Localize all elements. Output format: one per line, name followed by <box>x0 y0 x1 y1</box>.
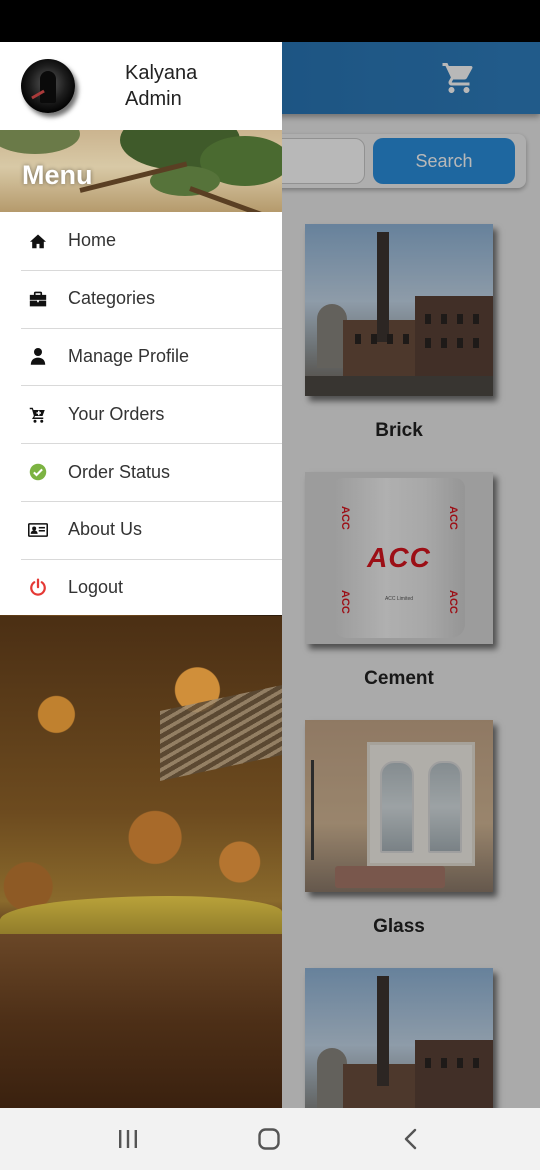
menu-item-label: Order Status <box>68 461 171 482</box>
menu-item-label: About Us <box>68 519 143 540</box>
menu-list: Home Categories Manage Profile Your Orde… <box>0 212 282 615</box>
menu-item-label: Home <box>68 230 117 251</box>
home-icon <box>28 231 48 251</box>
menu-item-label: Categories <box>68 288 156 309</box>
system-navigation-bar <box>0 1108 540 1170</box>
menu-banner: Menu <box>0 130 282 212</box>
status-bar <box>0 0 540 42</box>
user-icon <box>28 346 48 366</box>
menu-item-categories[interactable]: Categories <box>0 269 282 328</box>
menu-item-label: Manage Profile <box>68 345 190 366</box>
avatar[interactable] <box>21 59 75 113</box>
menu-item-your-orders[interactable]: Your Orders <box>0 385 282 443</box>
check-circle-icon <box>28 462 48 482</box>
power-icon <box>28 578 48 598</box>
menu-item-label: Logout <box>68 577 124 598</box>
menu-item-logout[interactable]: Logout <box>0 558 282 617</box>
menu-title: Menu <box>22 160 93 190</box>
briefcase-icon <box>28 289 48 309</box>
menu-item-label: Your Orders <box>68 403 165 424</box>
navigation-drawer: Kalyana Admin Menu Home Categories Manag <box>0 42 282 1108</box>
menu-item-about-us[interactable]: About Us <box>0 500 282 559</box>
recent-apps-icon[interactable] <box>116 1125 140 1153</box>
home-button-icon[interactable] <box>256 1125 282 1153</box>
menu-item-home[interactable]: Home <box>0 212 282 270</box>
menu-item-order-status[interactable]: Order Status <box>0 443 282 501</box>
id-card-icon <box>28 520 48 540</box>
cart-add-icon <box>28 404 48 424</box>
back-icon[interactable] <box>400 1125 420 1153</box>
drawer-header: Kalyana Admin <box>0 42 282 130</box>
menu-item-manage-profile[interactable]: Manage Profile <box>0 327 282 386</box>
user-name: Kalyana Admin <box>125 62 198 110</box>
